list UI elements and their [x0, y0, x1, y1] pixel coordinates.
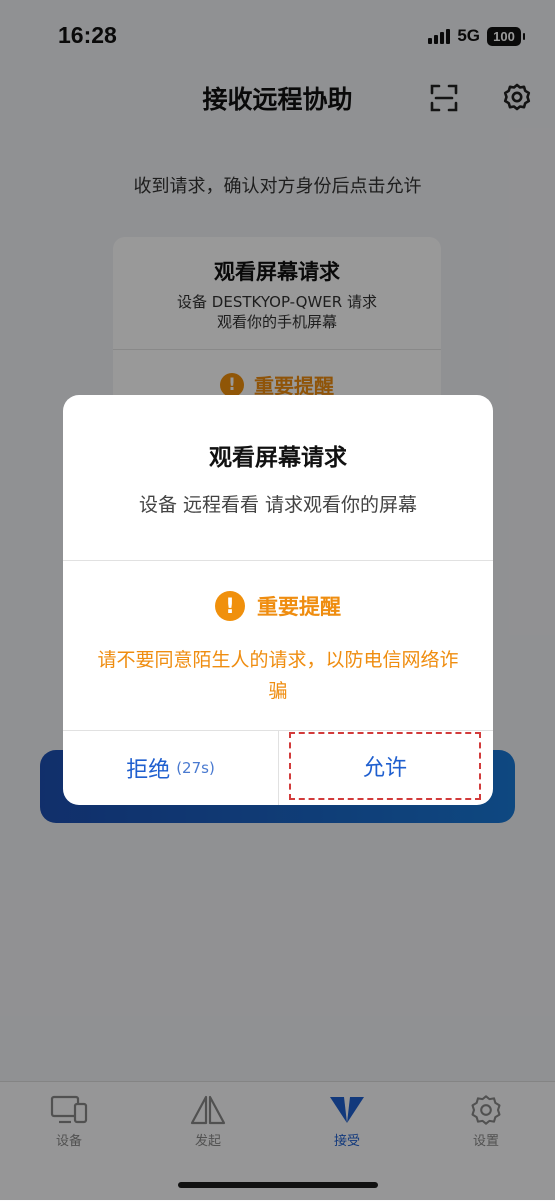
reject-button[interactable]: 拒绝 (27s) [63, 731, 278, 805]
warning-icon: ! [215, 591, 245, 621]
dialog-warning-header: ! 重要提醒 [63, 591, 493, 621]
dialog-warning-title: 重要提醒 [257, 595, 341, 619]
reject-button-label: 拒绝 [126, 758, 171, 783]
permission-dialog: 观看屏幕请求 设备 远程看看 请求观看你的屏幕 ! 重要提醒 请不要同意陌生人的… [63, 395, 493, 805]
reject-countdown: (27s) [176, 759, 215, 777]
dialog-title: 观看屏幕请求 [209, 445, 347, 471]
allow-button[interactable]: 允许 [289, 732, 481, 800]
dialog-description: 设备 远程看看 请求观看你的屏幕 [138, 494, 418, 516]
divider [63, 560, 493, 561]
screen: 16:28 5G 100 接收远程协助 收到请求，确认对方身份后点击允许 观看屏 [0, 0, 555, 1201]
home-indicator [178, 1182, 378, 1188]
button-divider [278, 730, 279, 805]
dialog-warning-text: 请不要同意陌生人的请求，以防电信网络诈骗 [97, 649, 459, 702]
